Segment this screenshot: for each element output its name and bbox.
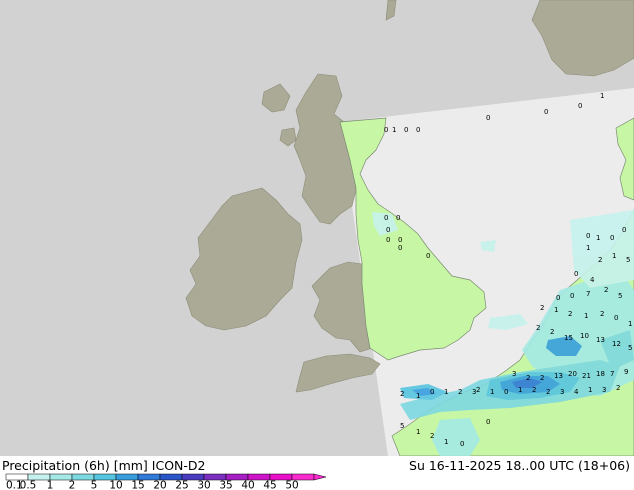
precip-value: 0 [610, 234, 614, 242]
precip-value: 0 [578, 102, 582, 110]
precip-value: 15 [564, 334, 573, 342]
precip-value: 4 [574, 388, 579, 396]
precip-value: 12 [612, 340, 621, 348]
legend-tick-label: 30 [197, 480, 210, 490]
precip-value: 0 [398, 236, 402, 244]
precip-value: 2 [476, 386, 480, 394]
precip-value: 1 [596, 234, 600, 242]
precip-value: 0 [398, 244, 402, 252]
precip-value: 1 [416, 392, 420, 400]
precip-value: 2 [598, 256, 602, 264]
precip-value: 1 [554, 306, 558, 314]
precip-value: 0 [430, 388, 434, 396]
precip-value: 2 [546, 388, 550, 396]
precip-value: 0 [386, 236, 390, 244]
precip-value: 1 [490, 388, 494, 396]
precip-value: 13 [554, 372, 563, 380]
precip-value: 20 [568, 370, 577, 378]
legend-tick-label: 5 [91, 480, 98, 490]
precip-value: 2 [616, 384, 620, 392]
legend-tick-label: 10 [109, 480, 122, 490]
precip-value: 0 [486, 114, 490, 122]
precip-value: 5 [618, 292, 622, 300]
precip-value: 0 [570, 292, 574, 300]
precip-value: 0 [574, 270, 578, 278]
precip-value: 0 [386, 226, 390, 234]
precip-value: 1 [444, 388, 448, 396]
map-viewer: 0100000100000000100121504250072121201221… [0, 0, 634, 490]
precip-value: 3 [512, 370, 516, 378]
precip-value: 0 [416, 126, 420, 134]
precip-value: 0 [556, 294, 560, 302]
precip-value: 2 [526, 374, 530, 382]
legend-tick-label: 40 [241, 480, 254, 490]
legend-tick-label: 50 [285, 480, 298, 490]
precip-value: 0 [404, 126, 408, 134]
precip-value: 0 [426, 252, 430, 260]
precip-value: 3 [560, 388, 564, 396]
precip-value: 2 [400, 390, 404, 398]
precip-value: 3 [602, 386, 606, 394]
precip-value: 1 [444, 438, 448, 446]
precip-value: 7 [586, 290, 590, 298]
legend-tick-label: 1 [47, 480, 54, 490]
legend-tick-label: 0.5 [20, 480, 37, 490]
precip-value: 5 [626, 256, 630, 264]
precip-value: 0 [460, 440, 464, 448]
precip-value: 0 [586, 232, 590, 240]
legend-arrow [313, 473, 327, 481]
precip-value: 1 [628, 320, 632, 328]
precip-value: 1 [612, 252, 616, 260]
precip-value: 0 [396, 214, 400, 222]
precip-value: 4 [590, 276, 595, 284]
color-scale: 0.10.5 1 2 5 10 15 20 25 30 35 40 45 50 [5, 473, 327, 490]
precip-value: 2 [532, 386, 536, 394]
precip-value: 13 [596, 336, 605, 344]
precipitation-map: 0 1 0 000010 000 0000 1 0012 1 504250 0 72 1 2 1 2 012 21… [0, 0, 634, 456]
precip-value: 5 [628, 344, 632, 352]
precip-value: 2 [568, 310, 572, 318]
precip-value: 2 [540, 374, 544, 382]
precip-value: 1 [600, 92, 604, 100]
precip-value: 0 [384, 126, 388, 134]
precip-value: 2 [540, 304, 544, 312]
precip-value: 1 [392, 126, 396, 134]
precip-value: 1 [588, 386, 592, 394]
legend-tick-label: 45 [263, 480, 276, 490]
legend-tick-label: 20 [153, 480, 166, 490]
legend-tick-label: 2 [69, 480, 76, 490]
precip-value: 3 [472, 388, 476, 396]
legend-title: Precipitation (6h) [mm] ICON-D2 [2, 458, 206, 473]
legend-tick-label: 35 [219, 480, 232, 490]
precip-value: 0 [504, 388, 508, 396]
precip-value: 2 [600, 310, 604, 318]
precip-value: 2 [604, 286, 608, 294]
precip-value: 5 [400, 422, 404, 430]
forecast-datetime: Su 16-11-2025 18..00 UTC (18+06) [409, 458, 630, 473]
precip-value: 1 [584, 312, 588, 320]
precip-value: 21 [582, 372, 591, 380]
precip-value: 0 [544, 108, 548, 116]
legend-bar: Precipitation (6h) [mm] ICON-D2 Su 16-11… [0, 456, 634, 490]
precip-value: 9 [624, 368, 628, 376]
legend-tick-label: 25 [175, 480, 188, 490]
precip-value: 0 [614, 314, 618, 322]
precip-value: 1 [518, 386, 522, 394]
precip-value: 18 [596, 370, 605, 378]
precip-value: 1 [586, 244, 590, 252]
precip-value: 0 [622, 226, 626, 234]
precip-value: 2 [536, 324, 540, 332]
precip-value: 1 [416, 428, 420, 436]
legend-tick-label: 15 [131, 480, 144, 490]
precip-value: 7 [610, 370, 614, 378]
precip-value: 10 [580, 332, 589, 340]
precip-value: 2 [458, 388, 462, 396]
precip-value: 2 [550, 328, 554, 336]
precip-value: 2 [430, 432, 434, 440]
precip-value: 0 [384, 214, 388, 222]
precip-value: 0 [486, 418, 490, 426]
